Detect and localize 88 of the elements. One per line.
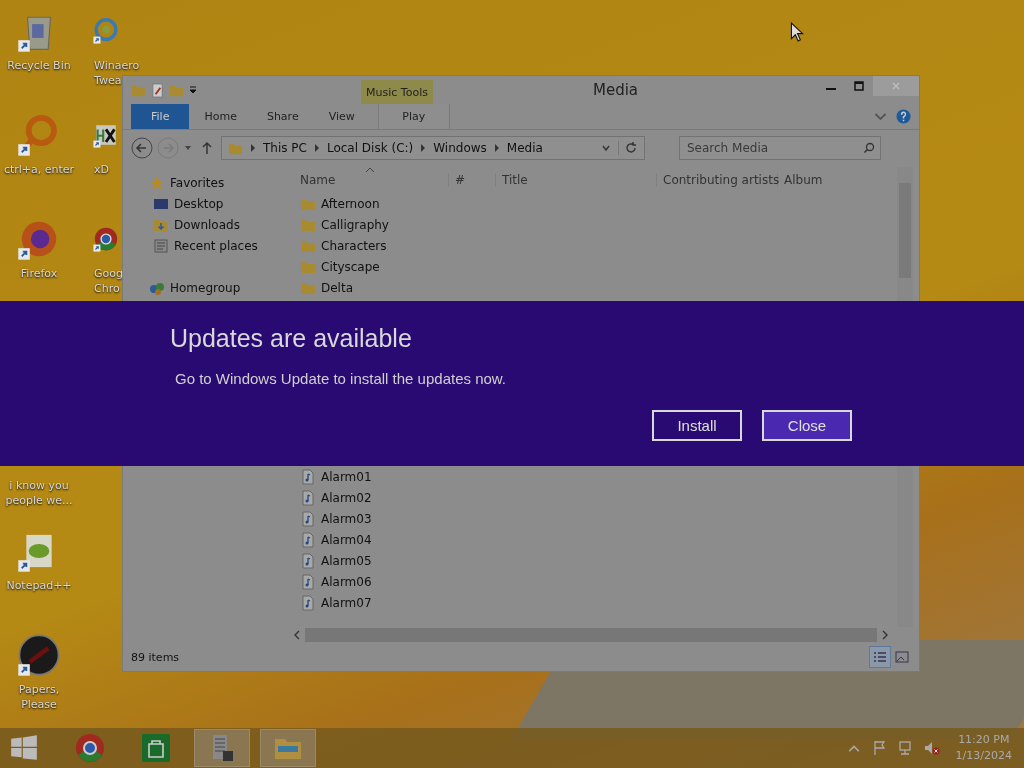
shortcut-label: Goog Chro: [93, 266, 124, 296]
audio-file-icon: [300, 531, 316, 548]
flag-icon[interactable]: [871, 740, 888, 756]
minimize-icon: [826, 88, 836, 90]
address-bar[interactable]: This PC Local Disk (C:) Windows Media: [221, 136, 645, 160]
shortcut-label: ctrl+a, enter: [3, 162, 75, 177]
scroll-right-icon[interactable]: [881, 630, 889, 640]
file-name[interactable]: Alarm06: [321, 574, 372, 589]
shortcut-label: Notepad++: [6, 578, 72, 593]
item-count: 89 items: [131, 650, 180, 664]
taskbar-doc-button[interactable]: [194, 729, 250, 767]
contextual-tab-label: Music Tools: [361, 80, 433, 104]
ribbon-tab[interactable]: View: [313, 104, 370, 129]
ribbon-tab[interactable]: Home: [189, 104, 252, 129]
properties-icon[interactable]: [150, 82, 165, 98]
search-icon: [863, 142, 875, 154]
file-name[interactable]: Afternoon: [321, 196, 380, 211]
notification-title: Updates are available: [170, 324, 412, 353]
breadcrumb-arrow-icon[interactable]: [313, 144, 320, 152]
window-title: Media: [593, 81, 639, 99]
list-view-icon: [873, 651, 887, 663]
file-name[interactable]: Calligraphy: [321, 217, 389, 232]
refresh-icon[interactable]: [618, 141, 638, 155]
maximize-icon: [854, 81, 864, 91]
nav-icon: [153, 237, 169, 254]
speaker-icon[interactable]: [923, 740, 940, 756]
close-icon: [891, 81, 901, 91]
audio-file-icon: [300, 573, 316, 590]
nav-item[interactable]: Favorites: [170, 175, 225, 190]
horizontal-scrollbar[interactable]: [293, 627, 889, 643]
details-view-button[interactable]: [869, 646, 891, 668]
nav-item[interactable]: Homegroup: [170, 280, 241, 295]
breadcrumb-arrow-icon[interactable]: [420, 144, 427, 152]
shortcut-label: Winaero Twea: [93, 58, 140, 88]
nav-item[interactable]: Downloads: [174, 217, 240, 232]
column-header[interactable]: Contributing artists: [657, 173, 778, 187]
audio-file-icon: [300, 552, 316, 569]
file-name[interactable]: Alarm01: [321, 469, 372, 484]
scroll-left-icon[interactable]: [293, 630, 301, 640]
column-header[interactable]: Title: [496, 173, 657, 187]
breadcrumb-item[interactable]: This PC: [263, 141, 307, 155]
breadcrumb-arrow-icon[interactable]: [493, 144, 500, 152]
help-icon[interactable]: [896, 109, 911, 124]
breadcrumb-item[interactable]: Windows: [433, 141, 487, 155]
audio-file-icon: [300, 489, 316, 506]
column-header[interactable]: Name: [300, 173, 449, 187]
install-button[interactable]: Install: [652, 410, 742, 441]
notification-message: Go to Windows Update to install the updates now.: [175, 370, 507, 387]
nav-item[interactable]: Recent places: [174, 238, 258, 253]
store-bag-icon: [141, 733, 171, 763]
file-name[interactable]: Alarm04: [321, 532, 372, 547]
nav-icon: [149, 174, 165, 191]
file-name[interactable]: Alarm07: [321, 595, 372, 610]
picture-view-icon: [895, 651, 909, 663]
close-button[interactable]: Close: [762, 410, 852, 441]
breadcrumb-arrow-icon[interactable]: [250, 144, 256, 152]
back-icon[interactable]: [131, 137, 153, 159]
search-field[interactable]: Search Media: [679, 136, 881, 160]
file-name[interactable]: Delta: [321, 280, 353, 295]
shortcut-label: Papers, Please: [17, 682, 61, 712]
file-name[interactable]: Cityscape: [321, 259, 380, 274]
browser-icon: [75, 733, 105, 763]
audio-file-icon: [300, 594, 316, 611]
shortcut-icon[interactable]: [16, 632, 62, 678]
audio-file-icon: [300, 468, 316, 485]
audio-file-icon: [300, 510, 316, 527]
nav-item[interactable]: Desktop: [174, 196, 224, 211]
file-name[interactable]: Alarm03: [321, 511, 372, 526]
ribbon-tab[interactable]: Share: [251, 104, 314, 129]
dropdown-icon[interactable]: [188, 85, 198, 95]
mouse-pointer-icon: [790, 22, 804, 42]
shortcut-label: Firefox: [20, 266, 58, 281]
column-header[interactable]: #: [449, 173, 496, 187]
breadcrumb-item[interactable]: Local Disk (C:): [326, 141, 414, 155]
ribbon-tab[interactable]: Play: [377, 104, 450, 129]
breadcrumb-item[interactable]: Media: [506, 141, 543, 155]
column-header[interactable]: Album: [778, 173, 864, 187]
file-name[interactable]: Alarm02: [321, 490, 372, 505]
windows-logo-icon[interactable]: [10, 734, 38, 762]
shortcut-label: xD: [93, 162, 109, 177]
shortcut-label: Recycle Bin: [7, 58, 71, 73]
up-arrow-icon[interactable]: [201, 141, 213, 155]
ribbon-tab[interactable]: File: [131, 104, 190, 129]
network-icon[interactable]: [897, 740, 914, 756]
file-name[interactable]: Characters: [321, 238, 387, 253]
file-name[interactable]: Alarm05: [321, 553, 372, 568]
chevron-down-icon[interactable]: [601, 143, 611, 153]
shortcut-label: i know you people we...: [4, 478, 74, 508]
